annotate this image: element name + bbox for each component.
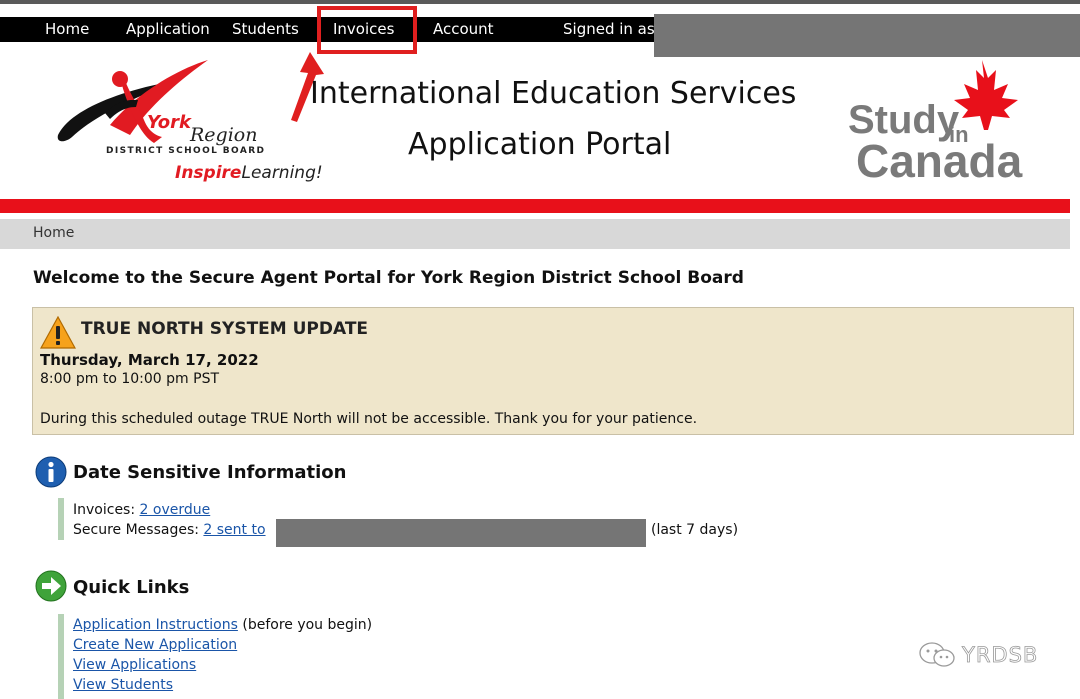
notice-title: TRUE NORTH SYSTEM UPDATE bbox=[81, 319, 369, 339]
breadcrumb-home[interactable]: Home bbox=[33, 225, 74, 241]
quick-links-heading: Quick Links bbox=[73, 577, 190, 598]
watermark-text: YRDSB bbox=[962, 643, 1039, 668]
arrow-right-icon bbox=[35, 570, 67, 602]
secure-messages-link[interactable]: 2 sent to bbox=[203, 522, 265, 538]
notice-body: During this scheduled outage TRUE North … bbox=[40, 411, 698, 427]
top-border bbox=[0, 0, 1080, 4]
logo-district-text: DISTRICT SCHOOL BOARD bbox=[106, 146, 266, 156]
quick-link-item: View Applications bbox=[73, 657, 196, 673]
logo-region-text: Region bbox=[190, 124, 258, 146]
logo-york-text: York bbox=[147, 112, 192, 133]
page-title: Welcome to the Secure Agent Portal for Y… bbox=[33, 268, 744, 288]
portal-title-line1: International Education Services bbox=[310, 76, 797, 111]
notice-time: 8:00 pm to 10:00 pm PST bbox=[40, 371, 220, 387]
signed-in-label: Signed in as bbox=[563, 20, 655, 38]
nav-students[interactable]: Students bbox=[232, 17, 299, 42]
secure-messages-line: Secure Messages: 2 sent to bbox=[73, 522, 266, 538]
redacted-recipient bbox=[276, 519, 646, 547]
system-update-notice: TRUE NORTH SYSTEM UPDATE Thursday, March… bbox=[32, 307, 1074, 435]
notice-date: Thursday, March 17, 2022 bbox=[40, 351, 259, 369]
nav-home[interactable]: Home bbox=[45, 17, 89, 42]
create-new-application-link[interactable]: Create New Application bbox=[73, 637, 237, 653]
warning-icon bbox=[40, 316, 76, 349]
view-students-link[interactable]: View Students bbox=[73, 677, 173, 693]
nav-application[interactable]: Application bbox=[126, 17, 210, 42]
invoices-line: Invoices: 2 overdue bbox=[73, 502, 210, 518]
quick-links-sidebar bbox=[58, 614, 64, 699]
logo-inspire-word: Inspire bbox=[175, 163, 242, 183]
messages-period-label: (last 7 days) bbox=[651, 522, 739, 538]
application-instructions-note: (before you begin) bbox=[237, 617, 373, 633]
nav-account[interactable]: Account bbox=[433, 17, 494, 42]
invoices-overdue-link[interactable]: 2 overdue bbox=[140, 502, 211, 518]
portal-title-line2: Application Portal bbox=[408, 127, 672, 162]
breadcrumb: Home bbox=[0, 219, 1070, 249]
quick-link-item: Application Instructions (before you beg… bbox=[73, 617, 372, 633]
date-sensitive-heading: Date Sensitive Information bbox=[73, 462, 347, 483]
date-sensitive-sidebar bbox=[58, 498, 64, 540]
view-applications-link[interactable]: View Applications bbox=[73, 657, 196, 673]
application-instructions-link[interactable]: Application Instructions bbox=[73, 617, 238, 633]
red-divider-band bbox=[0, 199, 1070, 213]
logo-inspire-learning: InspireLearning! bbox=[175, 163, 323, 183]
invoices-label: Invoices: bbox=[73, 502, 140, 518]
info-icon bbox=[35, 456, 67, 488]
redacted-username bbox=[654, 14, 1080, 57]
quick-link-item: View Students bbox=[73, 677, 173, 693]
invoices-highlight-box bbox=[317, 6, 417, 54]
secure-messages-label: Secure Messages: bbox=[73, 522, 204, 538]
wechat-icon bbox=[919, 642, 955, 667]
logo-learning-word: Learning! bbox=[241, 163, 323, 183]
quick-link-item: Create New Application bbox=[73, 637, 237, 653]
study-logo-canada: Canada bbox=[856, 135, 1023, 187]
